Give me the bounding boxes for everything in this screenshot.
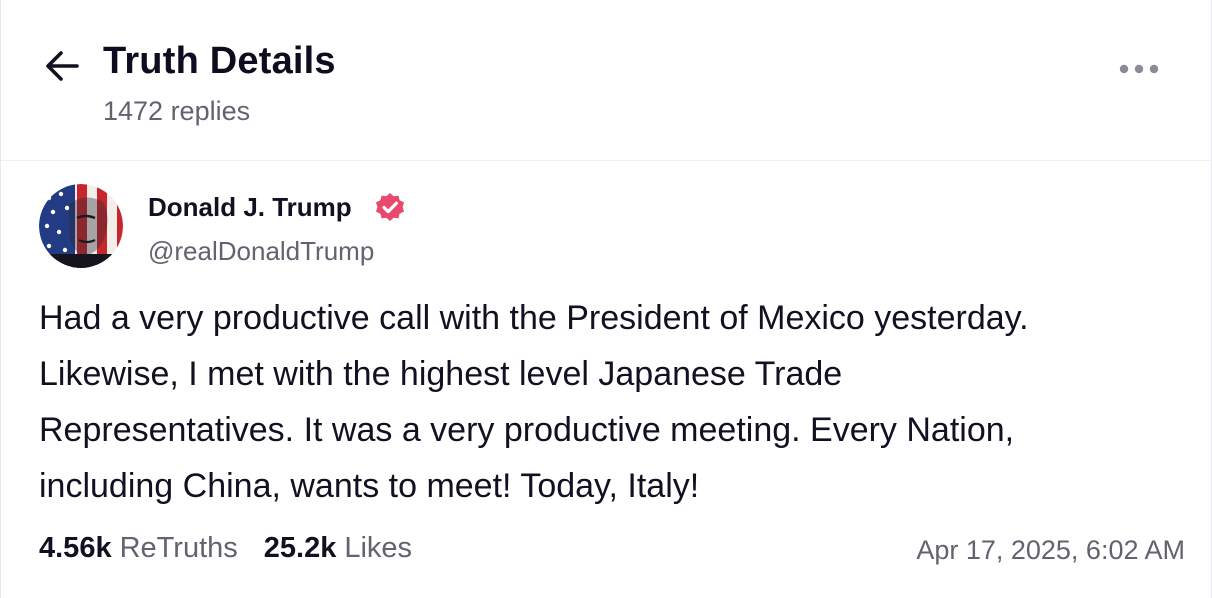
post-body: Had a very productive call with the Pres… xyxy=(39,290,1189,514)
page-title: Truth Details xyxy=(103,40,336,82)
retruths-stat[interactable]: 4.56k ReTruths xyxy=(39,532,238,565)
more-options-button[interactable] xyxy=(1115,56,1163,82)
page-header: Truth Details 1472 replies xyxy=(1,0,1212,160)
back-button[interactable] xyxy=(41,44,85,88)
retruths-label: ReTruths xyxy=(119,532,238,564)
author-avatar[interactable] xyxy=(39,184,123,268)
likes-stat[interactable]: 25.2k Likes xyxy=(264,532,412,565)
post-text-line: Representatives. It was a very productiv… xyxy=(39,411,1015,449)
truth-details-page: Truth Details 1472 replies Donald J. Tru… xyxy=(0,0,1212,598)
post-timestamp: Apr 17, 2025, 6:02 AM xyxy=(916,535,1185,565)
arrow-left-icon xyxy=(46,51,79,81)
post-text-line: including China, wants to meet! Today, I… xyxy=(39,467,700,505)
likes-count: 25.2k xyxy=(263,532,337,564)
likes-label: Likes xyxy=(344,532,413,564)
header-divider xyxy=(1,160,1212,161)
author-handle[interactable]: @realDonaldTrump xyxy=(148,236,374,267)
more-horizontal-icon xyxy=(1119,64,1159,74)
avatar-image xyxy=(39,184,123,268)
post-text-line: Had a very productive call with the Pres… xyxy=(39,299,1029,337)
post-stats: 4.56k ReTruths 25.2k Likes xyxy=(39,532,412,572)
post-text-line: Likewise, I met with the highest level J… xyxy=(39,355,843,393)
replies-count: 1472 replies xyxy=(103,96,251,126)
retruths-count: 4.56k xyxy=(39,532,112,564)
verified-badge xyxy=(373,191,407,225)
verified-badge-icon xyxy=(376,193,404,221)
author-name[interactable]: Donald J. Trump xyxy=(148,192,352,223)
